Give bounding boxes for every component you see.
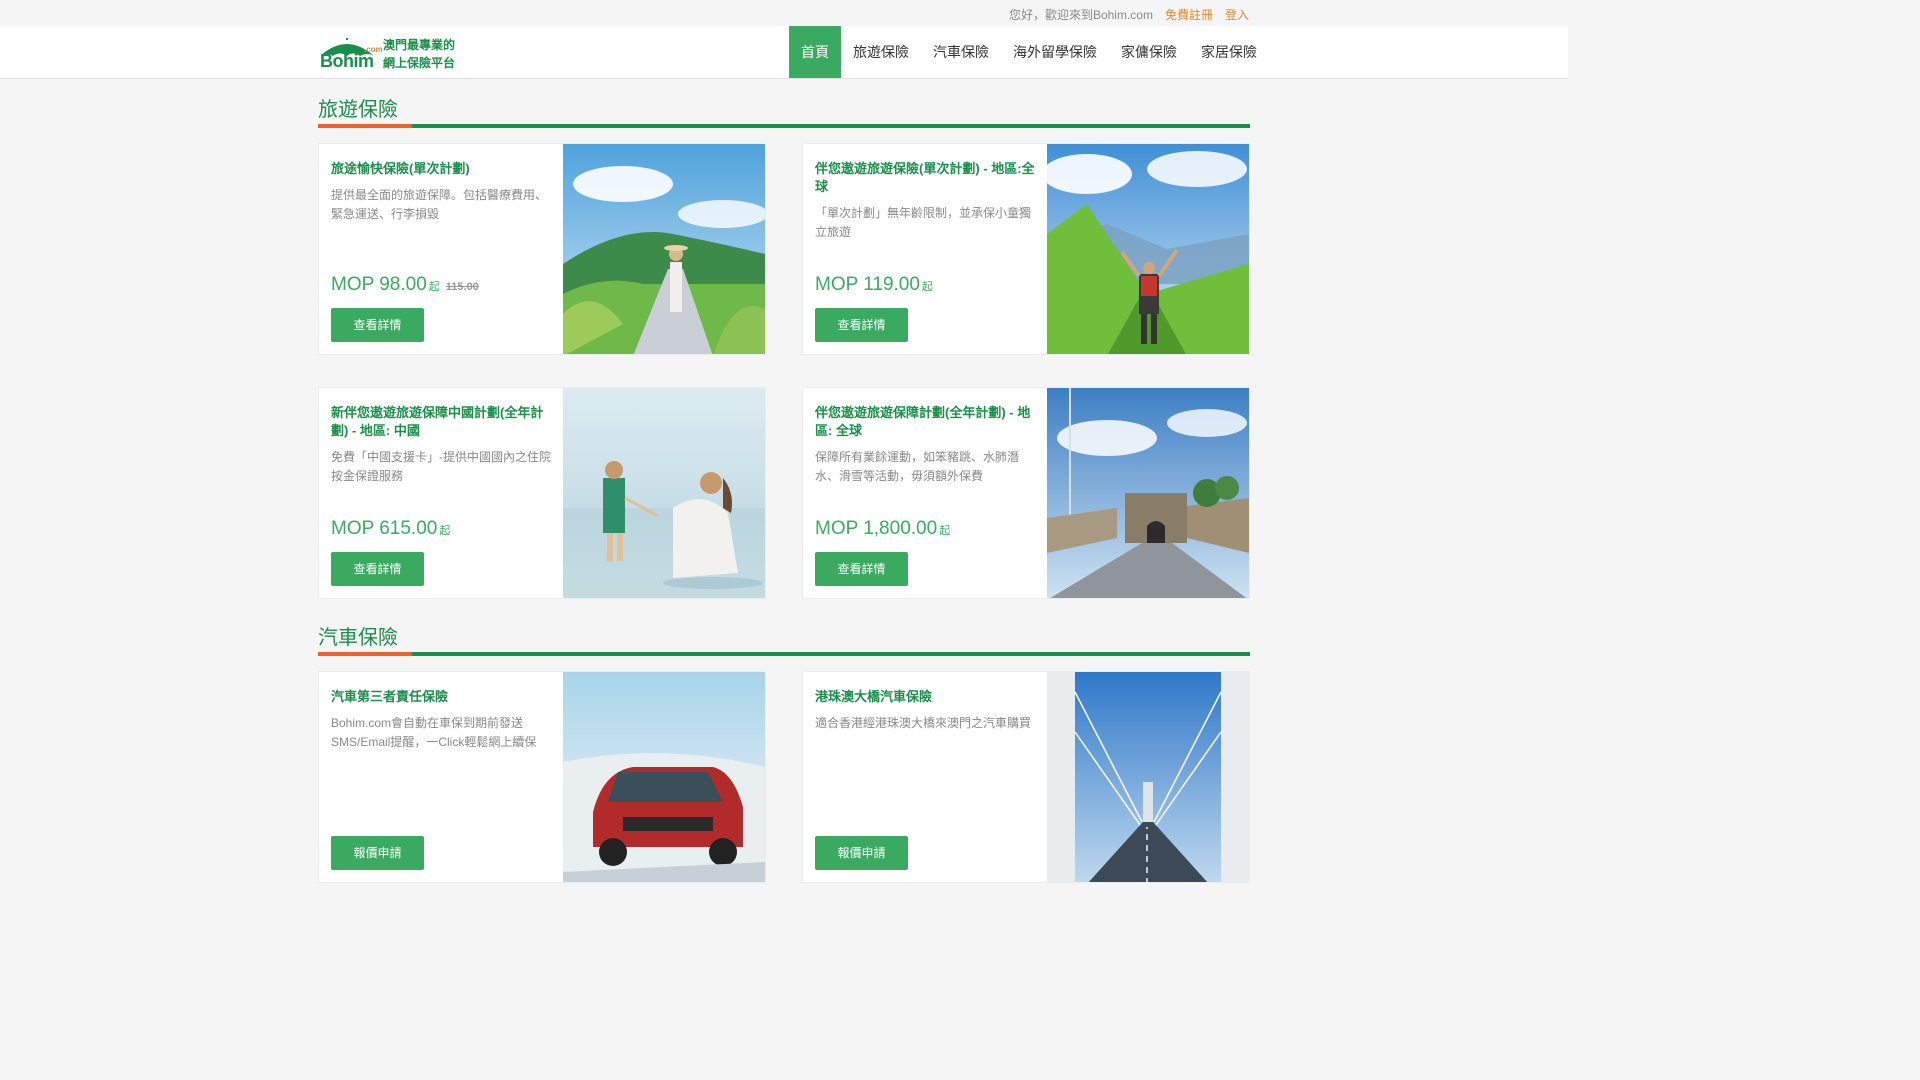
top-bar: 您好，歡迎來到Bohim.com 免費註冊 登入: [0, 0, 1568, 26]
site-header: Bohim .com 澳門最專業的 網上保險平台 首頁 旅遊保險 汽車保險 海外…: [0, 26, 1568, 79]
view-details-button[interactable]: 查看詳情: [815, 308, 908, 342]
product-title[interactable]: 港珠澳大橋汽車保險: [815, 688, 1037, 706]
logo-tagline-line2: 網上保險平台: [383, 56, 456, 70]
product-title[interactable]: 新伴您遨遊旅遊保障中國計劃(全年計劃) - 地區: 中國: [331, 404, 553, 440]
price-from-label: 起: [428, 281, 440, 293]
product-image[interactable]: [563, 144, 765, 354]
product-card: 伴您遨遊旅遊保障計劃(全年計劃) - 地區: 全球 保障所有業餘運動，如笨豬跳、…: [802, 387, 1250, 599]
product-title[interactable]: 旅途愉快保險(單次計劃): [331, 160, 553, 178]
product-image[interactable]: [563, 388, 765, 598]
product-description: Bohim.com會自動在車保到期前發送SMS/Email提醒，一Click輕鬆…: [331, 716, 537, 749]
product-title[interactable]: 汽車第三者責任保險: [331, 688, 553, 706]
product-card: 旅途愉快保險(單次計劃) 提供最全面的旅遊保障。包括醫療費用、緊急運送、行李損毀…: [318, 143, 766, 355]
logo-tagline-line1: 澳門最專業的: [383, 38, 456, 52]
nav-domestic-helper-insurance[interactable]: 家傭保險: [1109, 26, 1189, 78]
product-card: 港珠澳大橋汽車保險 適合香港經港珠澳大橋來澳門之汽車購買 報價申請: [802, 671, 1250, 883]
view-details-button[interactable]: 查看詳情: [331, 308, 424, 342]
section-title: 汽車保險: [318, 627, 398, 649]
nav-travel-insurance[interactable]: 旅遊保險: [841, 26, 921, 78]
quote-request-button[interactable]: 報價申請: [331, 836, 424, 870]
main-nav: 首頁 旅遊保險 汽車保險 海外留學保險 家傭保險 家居保險: [789, 26, 1269, 78]
product-price: MOP 98.00 起 115.00: [331, 274, 479, 296]
price-from-label: 起: [939, 525, 951, 537]
section-divider: [318, 124, 1250, 128]
nav-overseas-study-insurance[interactable]: 海外留學保險: [1001, 26, 1109, 78]
product-image[interactable]: [1047, 388, 1249, 598]
product-title[interactable]: 伴您遨遊旅遊保障計劃(全年計劃) - 地區: 全球: [815, 404, 1037, 440]
bohim-logo[interactable]: Bohim .com 澳門最專業的 網上保險平台: [318, 34, 458, 74]
nav-home[interactable]: 首頁: [789, 26, 841, 78]
price-value: MOP 1,800.00: [815, 518, 938, 539]
product-price: MOP 1,800.00 起: [815, 518, 956, 540]
price-value: MOP 98.00: [331, 274, 427, 295]
quote-request-button[interactable]: 報價申請: [815, 836, 908, 870]
product-image[interactable]: [1047, 672, 1249, 882]
nav-home-insurance[interactable]: 家居保險: [1189, 26, 1269, 78]
register-link[interactable]: 免費註冊: [1165, 6, 1213, 23]
welcome-text: 您好，歡迎來到Bohim.com: [1008, 8, 1153, 22]
motor-section: 汽車保險: [318, 624, 1250, 656]
price-value: MOP 119.00: [815, 274, 920, 295]
product-image[interactable]: [1047, 144, 1249, 354]
product-title[interactable]: 伴您遨遊旅遊保險(單次計劃) - 地區:全球: [815, 160, 1037, 196]
product-price: MOP 615.00 起: [331, 518, 456, 540]
login-link[interactable]: 登入: [1225, 6, 1249, 23]
logo-wordmark: Bohim: [320, 51, 374, 71]
product-card: 伴您遨遊旅遊保險(單次計劃) - 地區:全球 「單次計劃」無年齡限制，並承保小童…: [802, 143, 1250, 355]
section-title: 旅遊保險: [318, 99, 398, 121]
price-from-label: 起: [439, 525, 451, 537]
view-details-button[interactable]: 查看詳情: [331, 552, 424, 586]
price-original: 115.00: [445, 281, 479, 293]
travel-section: 旅遊保險: [318, 96, 1250, 128]
product-card: 汽車第三者責任保險 Bohim.com會自動在車保到期前發送SMS/Email提…: [318, 671, 766, 883]
product-card: 新伴您遨遊旅遊保障中國計劃(全年計劃) - 地區: 中國 免費「中國支援卡」-提…: [318, 387, 766, 599]
price-value: MOP 615.00: [331, 518, 438, 539]
logo-tagline: 澳門最專業的 網上保險平台: [383, 36, 455, 72]
view-details-button[interactable]: 查看詳情: [815, 552, 908, 586]
product-description: 「單次計劃」無年齡限制，並承保小童獨立旅遊: [815, 206, 1032, 239]
price-from-label: 起: [921, 281, 933, 293]
nav-motor-insurance[interactable]: 汽車保險: [921, 26, 1001, 78]
product-description: 保障所有業餘運動，如笨豬跳、水肺潛水、滑雪等活動，毋須額外保費: [815, 450, 1020, 483]
section-divider: [318, 652, 1250, 656]
product-description: 提供最全面的旅遊保障。包括醫療費用、緊急運送、行李損毀: [331, 188, 548, 221]
logo-dotcom: .com: [364, 45, 383, 54]
product-description: 適合香港經港珠澳大橋來澳門之汽車購買: [815, 716, 1032, 730]
product-description: 免費「中國支援卡」-提供中國國內之住院按金保證服務: [331, 450, 551, 483]
product-price: MOP 119.00 起: [815, 274, 939, 296]
product-image[interactable]: [563, 672, 765, 882]
